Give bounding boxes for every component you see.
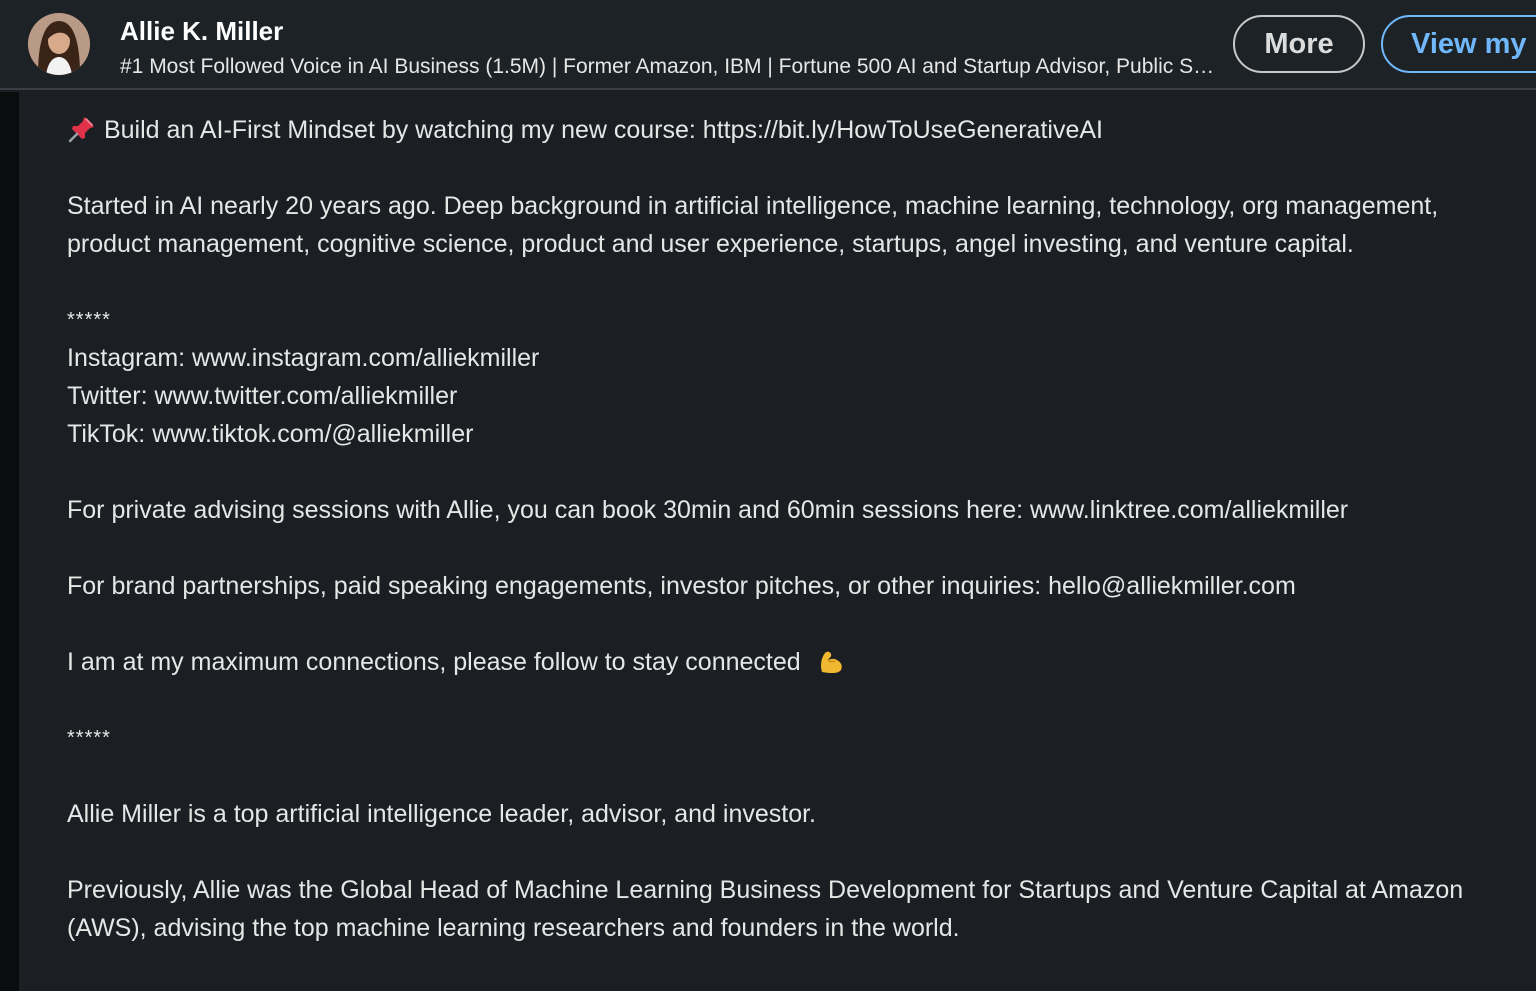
profile-page: Allie K. Miller #1 Most Followed Voice i… bbox=[0, 0, 1536, 991]
connections-paragraph: I am at my maximum connections, please f… bbox=[67, 643, 1527, 681]
left-edge-border bbox=[0, 92, 19, 991]
previously-paragraph: Previously, Allie was the Global Head of… bbox=[67, 876, 1464, 942]
view-my-button[interactable]: View my bbox=[1381, 15, 1536, 73]
more-button[interactable]: More bbox=[1233, 15, 1365, 73]
course-text: Build an AI-First Mindset by watching my… bbox=[103, 116, 1103, 144]
pushpin-icon bbox=[68, 117, 94, 143]
instagram-link[interactable]: Instagram: www.instagram.com/alliekmille… bbox=[67, 339, 1527, 377]
sticky-profile-header: Allie K. Miller #1 Most Followed Voice i… bbox=[0, 0, 1536, 90]
avatar[interactable] bbox=[28, 13, 90, 75]
about-section: Build an AI-First Mindset by watching my… bbox=[67, 111, 1527, 985]
bio-paragraph: Allie Miller is a top artificial intelli… bbox=[67, 800, 816, 828]
partnerships-paragraph: For brand partnerships, paid speaking en… bbox=[67, 572, 1296, 600]
divider-stars-2: ***** bbox=[67, 727, 111, 749]
divider-stars: ***** bbox=[67, 309, 111, 331]
social-links: Instagram: www.instagram.com/alliekmille… bbox=[67, 339, 1527, 453]
background-paragraph: Started in AI nearly 20 years ago. Deep … bbox=[67, 192, 1439, 258]
connections-text: I am at my maximum connections, please f… bbox=[67, 648, 801, 676]
flexed-biceps-icon bbox=[820, 651, 842, 674]
advising-paragraph: For private advising sessions with Allie… bbox=[67, 496, 1349, 524]
profile-headline: #1 Most Followed Voice in AI Business (1… bbox=[120, 55, 1224, 78]
twitter-link[interactable]: Twitter: www.twitter.com/alliekmiller bbox=[67, 377, 1527, 415]
tiktok-link[interactable]: TikTok: www.tiktok.com/@alliekmiller bbox=[67, 415, 1527, 453]
course-paragraph: Build an AI-First Mindset by watching my… bbox=[67, 111, 1527, 149]
profile-name: Allie K. Miller bbox=[120, 16, 284, 46]
